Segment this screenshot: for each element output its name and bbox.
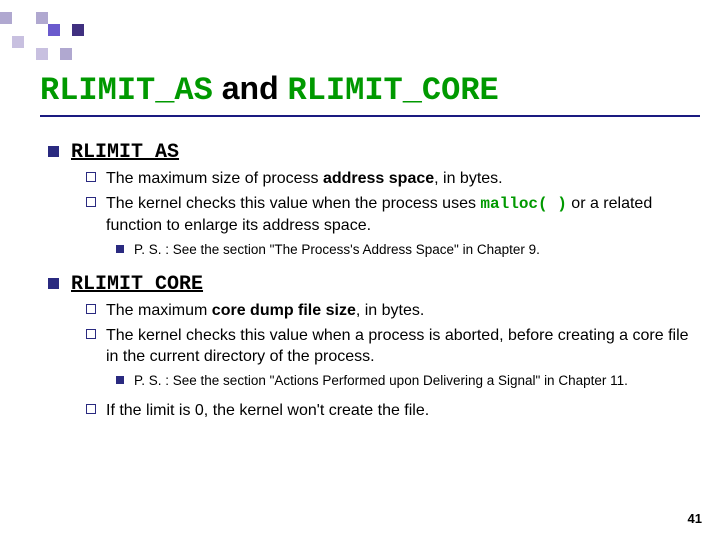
slide-title: RLIMIT_AS and RLIMIT_CORE xyxy=(40,70,700,117)
page-number: 41 xyxy=(688,511,702,526)
body-text: The kernel checks this value when the pr… xyxy=(106,193,700,237)
slide-content: RLIMIT_AS and RLIMIT_CORE RLIMIT_AS The … xyxy=(40,70,700,436)
bullet-open-icon xyxy=(86,197,96,207)
bullet-small-icon xyxy=(116,245,124,253)
ps-text: P. S. : See the section "Actions Perform… xyxy=(134,372,628,390)
bullet-filled-icon xyxy=(48,146,59,157)
title-code-2: RLIMIT_CORE xyxy=(288,72,499,109)
bullet-small-icon xyxy=(116,376,124,384)
list-item: The kernel checks this value when the pr… xyxy=(86,193,700,237)
title-code-1: RLIMIT_AS xyxy=(40,72,213,109)
section-heading: RLIMIT_AS xyxy=(71,141,179,164)
section-rlimit-as: RLIMIT_AS The maximum size of process ad… xyxy=(48,141,700,259)
list-item: P. S. : See the section "Actions Perform… xyxy=(116,372,700,390)
body-text: The kernel checks this value when a proc… xyxy=(106,325,700,368)
bullet-open-icon xyxy=(86,172,96,182)
body-text: If the limit is 0, the kernel won't crea… xyxy=(106,400,429,422)
list-item: If the limit is 0, the kernel won't crea… xyxy=(86,400,700,422)
corner-decoration xyxy=(0,12,84,60)
title-mid: and xyxy=(213,70,288,106)
bullet-open-icon xyxy=(86,304,96,314)
bullet-open-icon xyxy=(86,404,96,414)
body-text: The maximum core dump file size, in byte… xyxy=(106,300,424,322)
list-item: P. S. : See the section "The Process's A… xyxy=(116,241,700,259)
section-rlimit-core: RLIMIT_CORE The maximum core dump file s… xyxy=(48,273,700,422)
list-item: The maximum core dump file size, in byte… xyxy=(86,300,700,322)
list-item: The kernel checks this value when a proc… xyxy=(86,325,700,368)
body-text: The maximum size of process address spac… xyxy=(106,168,503,190)
list-item: The maximum size of process address spac… xyxy=(86,168,700,190)
bullet-filled-icon xyxy=(48,278,59,289)
section-heading: RLIMIT_CORE xyxy=(71,273,203,296)
bullet-open-icon xyxy=(86,329,96,339)
ps-text: P. S. : See the section "The Process's A… xyxy=(134,241,540,259)
